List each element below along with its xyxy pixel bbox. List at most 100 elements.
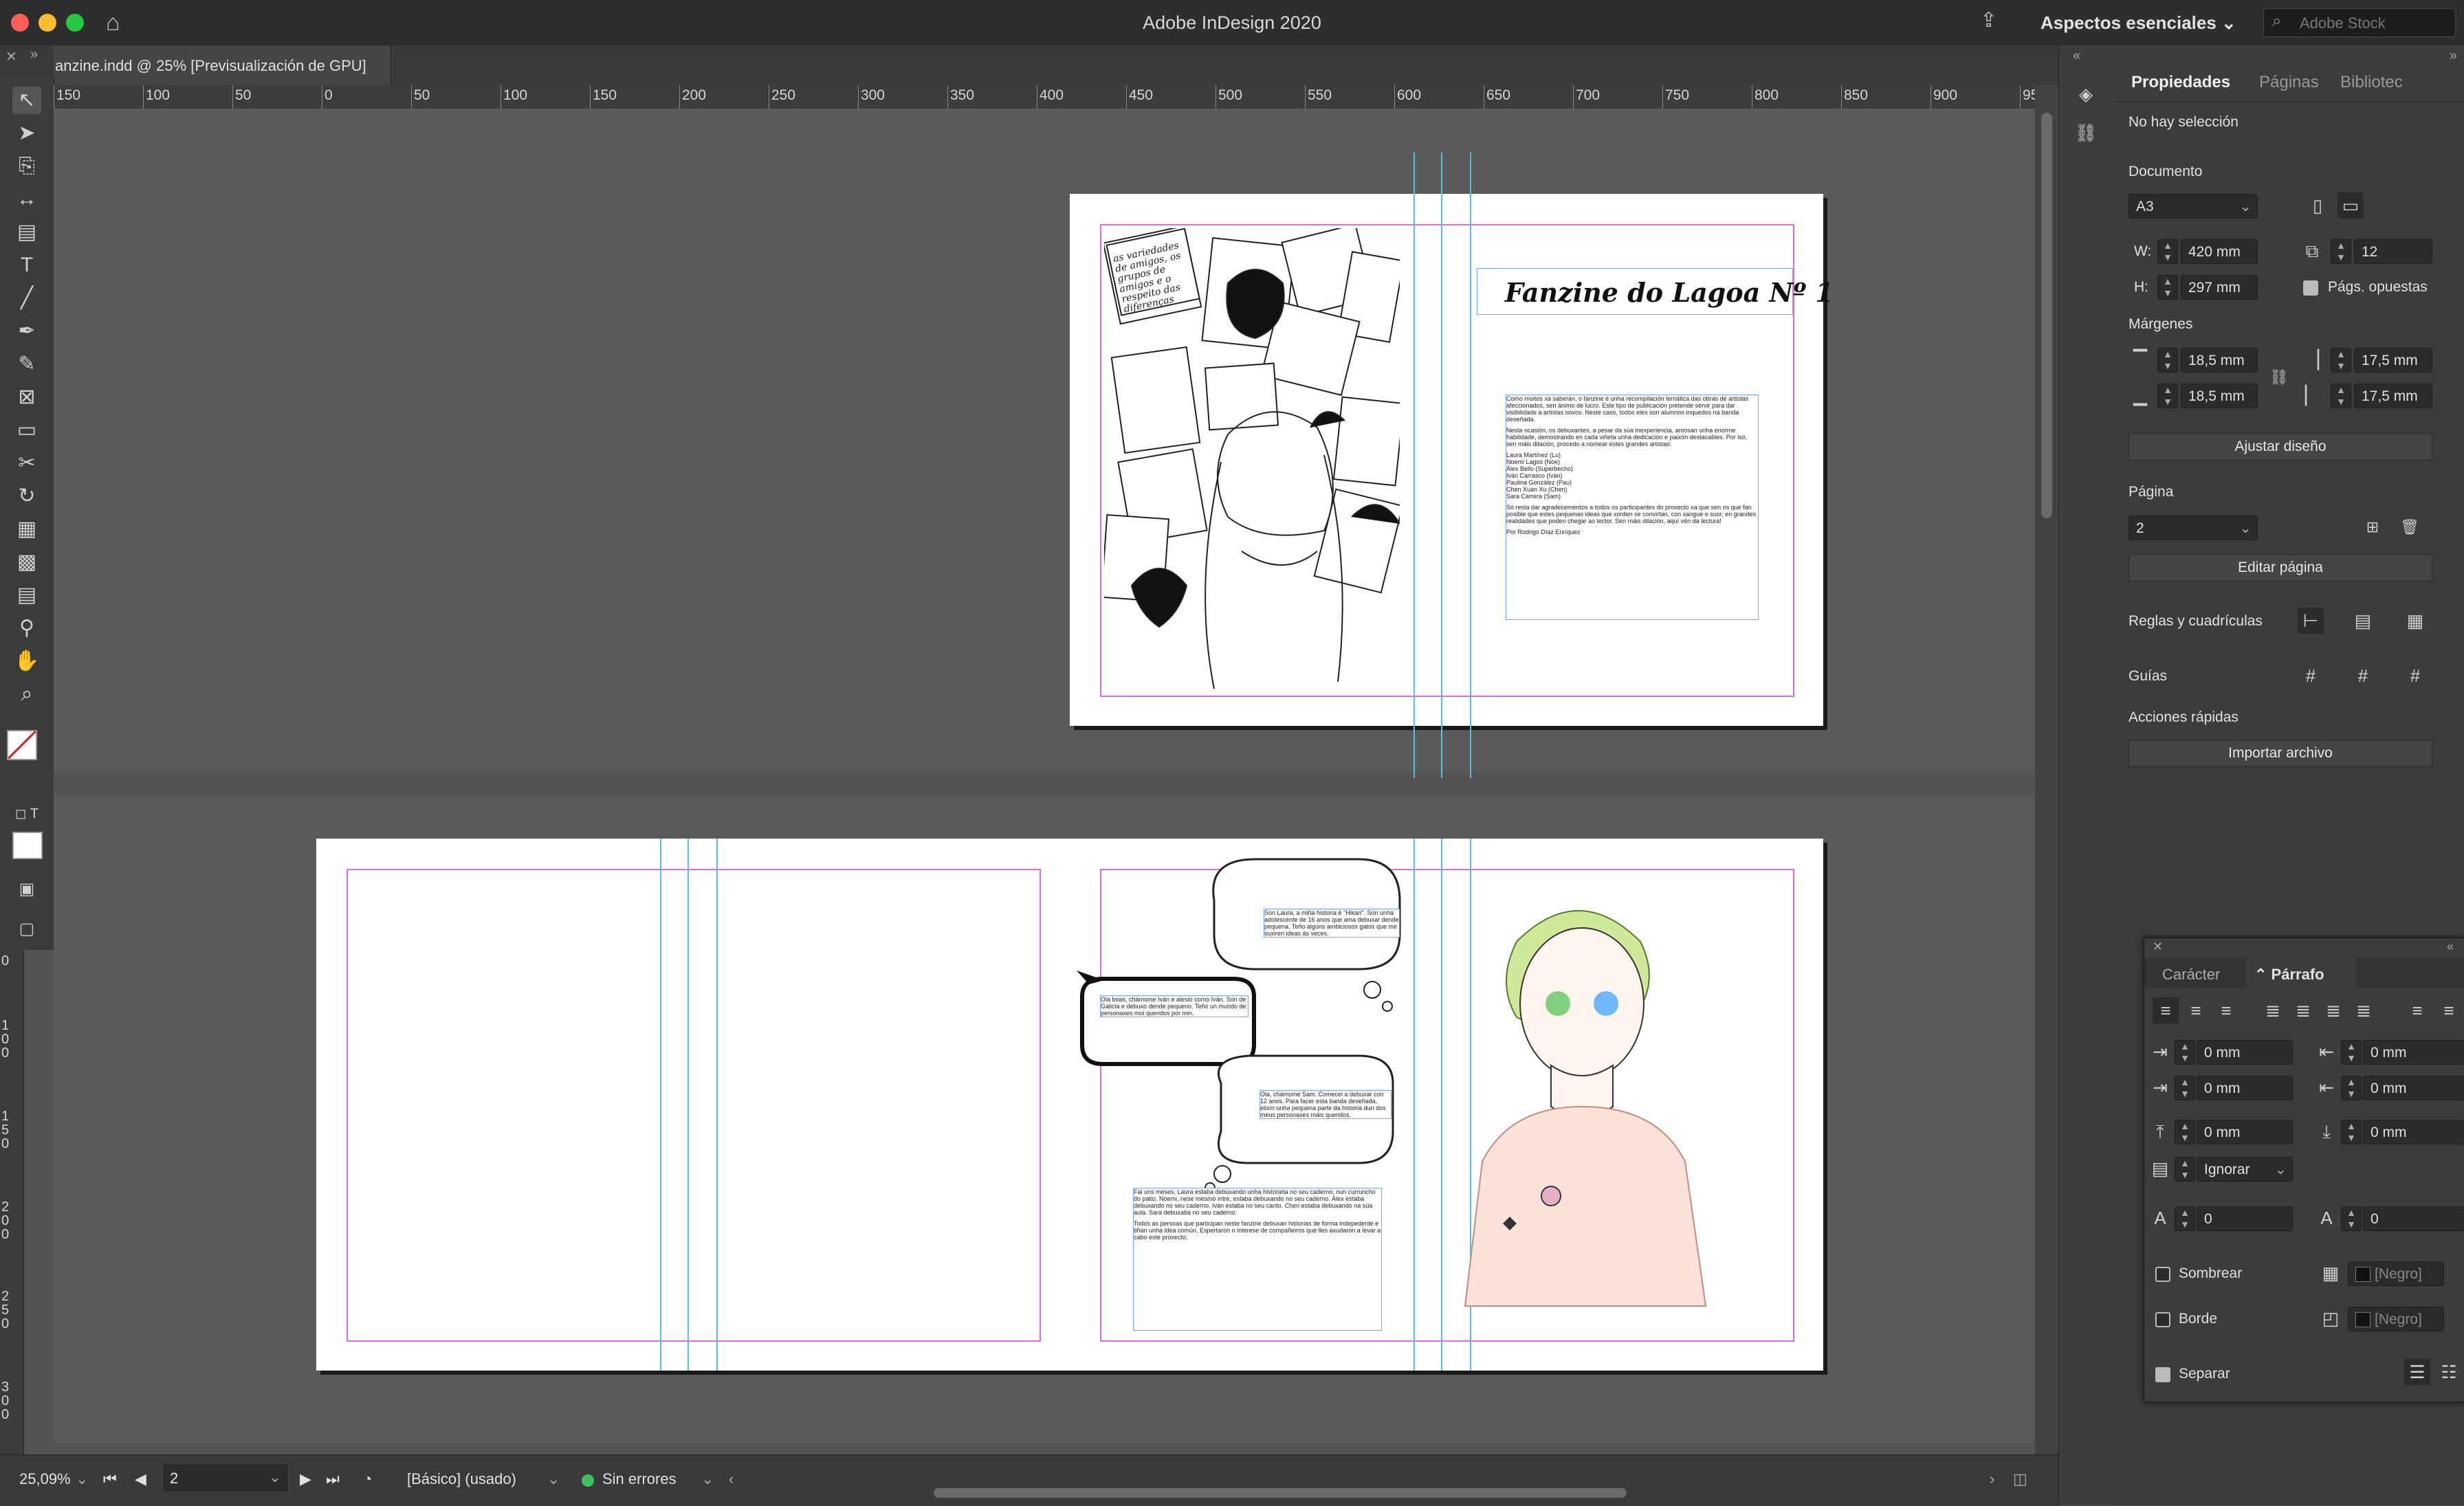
span-columns-icon[interactable]: ☰ [2404,1359,2430,1385]
first-line-indent-field[interactable]: 0 mm [2197,1076,2293,1100]
hand-tool-icon[interactable]: ✋ [12,647,41,675]
gradient-tool-icon[interactable]: ▦ [12,516,41,543]
justify-right-icon[interactable]: ≣ [2320,997,2346,1023]
height-stepper[interactable]: ▲ ▼ [2157,275,2178,300]
note-tool-icon[interactable]: ▤ [12,582,41,609]
border-color-select[interactable]: [Negro] [2348,1307,2444,1331]
first-line-indent-stepper[interactable]: ▲ ▼ [2175,1076,2195,1100]
close-panel-icon[interactable]: ✕ [6,48,17,65]
adjust-layout-button[interactable]: Ajustar diseño [2128,433,2432,461]
rectangle-tool-icon[interactable]: ▭ [12,417,41,444]
align-away-spine-icon[interactable]: ≡ [2436,997,2462,1023]
page-tool-icon[interactable]: ⎘ [12,153,41,180]
rectangle-frame-tool-icon[interactable]: ⊠ [12,384,41,411]
collapse-icon[interactable]: « [2447,940,2454,954]
workspace-switcher[interactable]: Aspectos esenciales ⌄ [2040,12,2236,34]
right-indent-field[interactable]: 0 mm [2363,1040,2464,1065]
shading-settings-icon[interactable]: ▦ [2318,1260,2344,1286]
split-checkbox[interactable] [2155,1367,2170,1382]
margin-top-stepper[interactable]: ▲ ▼ [2157,348,2178,373]
pages-count-field[interactable]: 12 [2354,239,2432,264]
collapse-icon[interactable]: » [30,47,38,63]
shading-checkbox[interactable] [2155,1267,2170,1282]
scissors-tool-icon[interactable]: ✂ [12,450,41,477]
rotate-tool-icon[interactable]: ↻ [12,483,41,510]
drop-cap-chars-field[interactable]: 0 [2363,1206,2464,1231]
rulers-icon[interactable]: ⊢ [2298,608,2324,634]
page-select[interactable]: 2 ⌄ [2128,516,2258,540]
left-indent-field[interactable]: 0 mm [2197,1040,2293,1065]
selection-tool-icon[interactable]: ↖ [12,87,41,114]
page-number-field[interactable]: 2 ⌄ [164,1465,287,1491]
pages-count-stepper[interactable]: ▲ ▼ [2331,239,2351,264]
zoom-tool-icon[interactable]: ⌕ [12,680,41,708]
delete-page-icon[interactable]: 🗑 [2397,514,2423,540]
right-indent-stepper[interactable]: ▲ ▼ [2341,1040,2362,1065]
align-left-icon[interactable]: ≡ [2153,997,2179,1023]
last-line-indent-stepper[interactable]: ▲ ▼ [2341,1076,2362,1100]
shading-color-select[interactable]: [Negro] [2348,1261,2444,1286]
height-field[interactable]: 297 mm [2181,275,2258,300]
type-tool-icon[interactable]: T [12,252,41,279]
page-size-select[interactable]: A3 ⌄ [2128,194,2258,219]
landscape-orientation-icon[interactable]: ▭ [2338,192,2364,219]
intro-text-frame[interactable]: Como moitos xa saberán, o fanzine é unha… [1506,395,1759,620]
facing-pages-checkbox[interactable] [2303,280,2318,296]
line-tool-icon[interactable]: ╱ [12,285,41,312]
align-to-grid-stepper[interactable]: ▲ ▼ [2175,1157,2195,1182]
tab-pages[interactable]: Páginas [2259,73,2319,92]
bubble-text-sam[interactable]: Ola, chámome Sam. Comecei a debuxar con … [1260,1090,1392,1119]
space-before-field[interactable]: 0 mm [2197,1120,2293,1144]
vertical-ruler[interactable]: 0 100 150 200 250 300 [0,950,24,1454]
split-window-icon[interactable]: ◫ [2013,1470,2027,1488]
scroll-left-icon[interactable]: ‹ [729,1470,734,1488]
apply-none-icon[interactable] [12,832,43,859]
drop-cap-chars-stepper[interactable]: ▲ ▼ [2341,1206,2362,1231]
align-right-icon[interactable]: ≡ [2213,997,2239,1023]
space-after-stepper[interactable]: ▲ ▼ [2341,1120,2362,1144]
edit-page-button[interactable]: Editar página [2128,554,2432,582]
adobe-stock-search[interactable]: ⌕ Adobe Stock [2263,8,2456,37]
tab-paragraph[interactable]: ⌃ Párrafo [2254,966,2324,984]
drop-cap-lines-stepper[interactable]: ▲ ▼ [2175,1206,2195,1231]
collapse-panels-icon[interactable]: « [2073,48,2080,64]
last-page-icon[interactable]: ⏭ [326,1470,340,1488]
left-indent-stepper[interactable]: ▲ ▼ [2175,1040,2195,1065]
baseline-grid-icon[interactable]: ▤ [2350,608,2376,634]
scroll-right-icon[interactable]: › [1990,1470,1994,1488]
page-1-spread[interactable]: as variedades de amigos, os grupos de am… [1070,153,1834,778]
margin-bottom-stepper[interactable]: ▲ ▼ [2157,384,2178,408]
formatting-affects-container-icon[interactable]: ◻ T [12,800,41,828]
document-grid-icon[interactable]: ▦ [2402,608,2428,634]
horizontal-ruler[interactable]: 150 100 50 0 50 100 150 200 250 300 350 400 450 500 55… [54,85,2035,109]
gap-tool-icon[interactable]: ↔ [12,186,41,213]
gradient-feather-icon[interactable]: ▩ [12,549,41,576]
margin-top-field[interactable]: 18,5 mm [2181,348,2258,373]
zoom-level[interactable]: 25,09% [19,1470,71,1488]
align-towards-spine-icon[interactable]: ≡ [2404,997,2430,1023]
layers-icon[interactable]: ◈ [2073,81,2099,107]
bubble-text-ivan[interactable]: Ola boas, chámome Iván e alesio como Ivá… [1100,995,1248,1017]
link-margins-icon[interactable]: ⛓ [2266,364,2292,390]
show-guides-icon[interactable]: # [2298,663,2324,689]
style-status[interactable]: [Básico] (usado) [407,1470,516,1488]
title-frame[interactable]: Fanzine do Lagoa Nº 1 [1477,268,1834,315]
margin-bottom-field[interactable]: 18,5 mm [2181,384,2258,408]
document-canvas[interactable]: as variedades de amigos, os grupos de am… [54,109,2035,1454]
tab-libraries[interactable]: Bibliotec [2340,73,2403,92]
story-text-frame[interactable]: Fai uns meses, Laura estaba debuxando un… [1133,1188,1382,1331]
vertical-scrollbar-thumb[interactable] [2041,113,2052,518]
chevron-down-icon[interactable]: ⌄ [76,1470,88,1488]
width-field[interactable]: 420 mm [2181,239,2258,264]
margin-outside-field[interactable]: 17,5 mm [2354,384,2432,408]
justify-all-icon[interactable]: ≣ [2351,997,2377,1023]
lock-guides-icon[interactable]: # [2350,663,2376,689]
justify-center-icon[interactable]: ≣ [2290,997,2316,1023]
width-stepper[interactable]: ▲ ▼ [2157,239,2178,264]
page-2[interactable] [316,839,1070,1371]
horizontal-scrollbar-thumb[interactable] [934,1488,1627,1498]
vertical-scrollbar[interactable] [2035,85,2058,1505]
next-page-icon[interactable]: ▶ [300,1470,311,1488]
margin-outside-stepper[interactable]: ▲ ▼ [2331,384,2351,408]
align-center-icon[interactable]: ≡ [2183,997,2209,1023]
